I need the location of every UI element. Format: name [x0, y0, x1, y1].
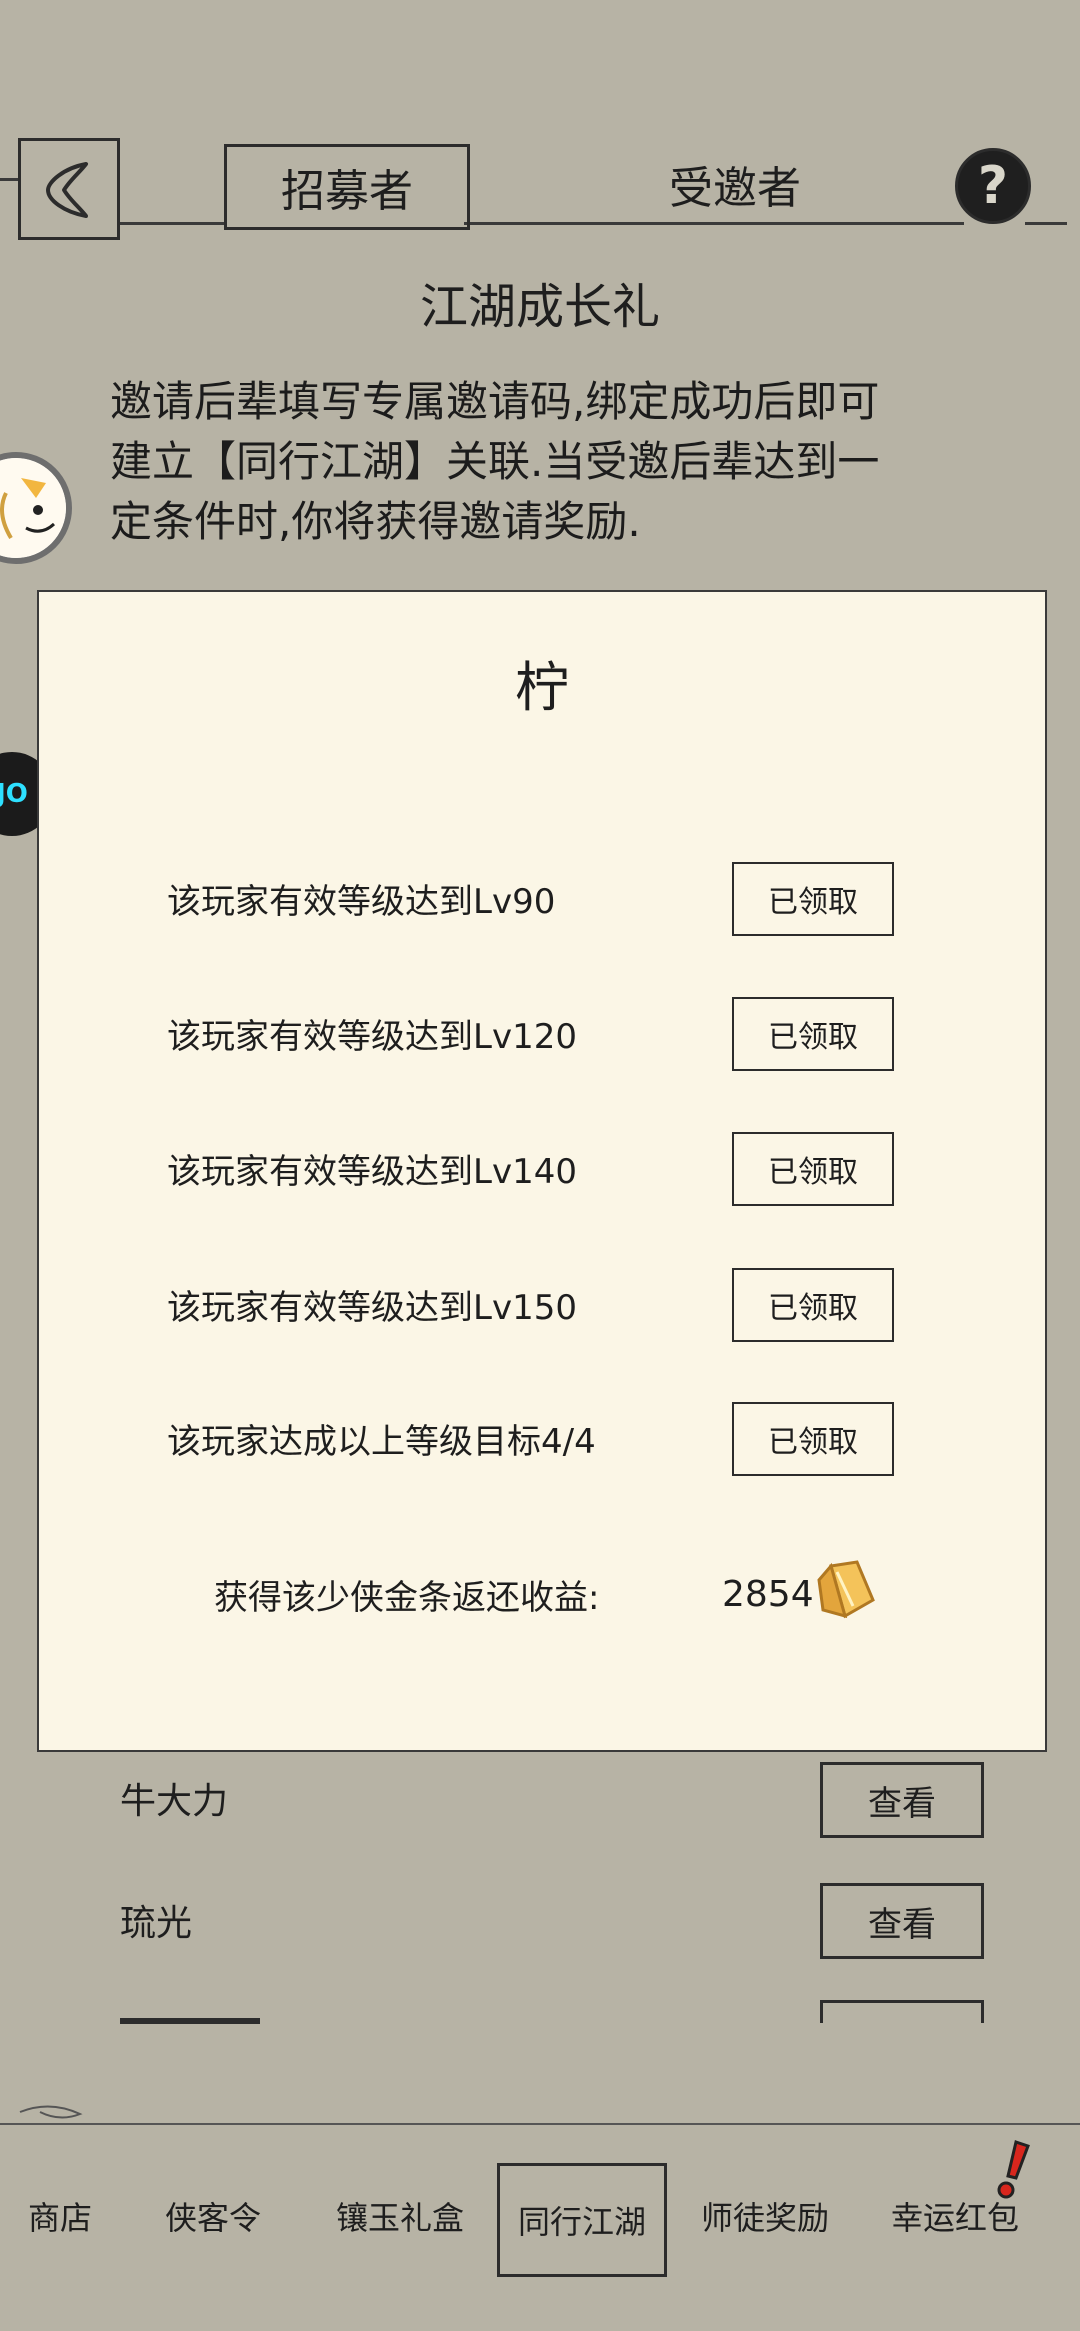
- alert-exclamation-icon: [997, 2140, 1030, 2199]
- tab-recruiter[interactable]: 招募者: [224, 144, 470, 230]
- nav-item-label: 镶玉礼盒: [335, 2199, 464, 2237]
- help-icon: ?: [977, 156, 1009, 216]
- view-button-partial[interactable]: [820, 2000, 984, 2023]
- refund-label: 获得该少侠金条返还收益:: [214, 1577, 600, 1618]
- view-button[interactable]: 查看: [820, 1883, 984, 1959]
- list-item-name: 琉光: [120, 1903, 193, 1944]
- nav-item-together-jianghu[interactable]: 同行江湖: [497, 2163, 667, 2277]
- nav-item-shop[interactable]: 商店: [18, 2170, 102, 2262]
- description: 邀请后辈填写专属邀请码,绑定成功后即可 建立【同行江湖】关联.当受邀后辈达到一 …: [110, 372, 960, 552]
- claimed-button-label: 已领取: [768, 1291, 858, 1326]
- back-arrow-icon: [46, 162, 88, 218]
- page-title: 江湖成长礼: [419, 279, 660, 335]
- description-line: 定条件时,你将获得邀请奖励.: [110, 497, 641, 546]
- goal-label: 该玩家有效等级达到Lv150: [167, 1287, 577, 1328]
- claimed-button[interactable]: 已领取: [732, 862, 894, 936]
- tab-invitee[interactable]: 受邀者: [610, 144, 860, 224]
- claimed-button[interactable]: 已领取: [732, 1268, 894, 1342]
- claimed-button[interactable]: 已领取: [732, 1402, 894, 1476]
- refund-value: 2854: [722, 1573, 814, 1615]
- view-button-label: 查看: [868, 1783, 936, 1824]
- description-line: 邀请后辈填写专属邀请码,绑定成功后即可: [110, 377, 880, 426]
- nav-item-label: 师徒奖励: [700, 2199, 829, 2237]
- claimed-button-label: 已领取: [768, 885, 858, 920]
- claimed-button-label: 已领取: [768, 1155, 858, 1190]
- description-line: 建立【同行江湖】关联.当受邀后辈达到一: [110, 437, 880, 486]
- list-item-name: 牛大力: [120, 1781, 229, 1822]
- claimed-button-label: 已领取: [768, 1020, 858, 1055]
- tab-recruiter-label: 招募者: [281, 166, 413, 217]
- nav-item-label: 同行江湖: [517, 2203, 646, 2241]
- header-divider: [114, 222, 224, 225]
- back-button[interactable]: [18, 138, 120, 240]
- badge-text: JO: [0, 779, 28, 809]
- goal-label: 该玩家有效等级达到Lv90: [167, 881, 556, 922]
- help-button[interactable]: ?: [955, 148, 1031, 224]
- nav-item-label: 侠客令: [164, 2199, 261, 2237]
- goal-label: 该玩家达成以上等级目标4/4: [167, 1402, 596, 1474]
- view-button[interactable]: 查看: [820, 1762, 984, 1838]
- tab-invitee-label: 受邀者: [669, 163, 801, 214]
- claimed-button[interactable]: 已领取: [732, 1132, 894, 1206]
- claimed-button-label: 已领取: [768, 1425, 858, 1460]
- claimed-button[interactable]: 已领取: [732, 997, 894, 1071]
- avatar-face-icon: [0, 458, 66, 558]
- avatar-float-icon[interactable]: [0, 452, 72, 564]
- gold-bar-icon: [817, 1560, 875, 1619]
- player-name: 柠: [515, 655, 569, 719]
- goal-label: 该玩家有效等级达到Lv140: [167, 1151, 577, 1192]
- nav-item-hero-order[interactable]: 侠客令: [150, 2170, 276, 2262]
- bottom-divider: [0, 2105, 1080, 2125]
- goal-label: 该玩家有效等级达到Lv120: [167, 1016, 577, 1057]
- nav-item-mentor-rewards[interactable]: 师徒奖励: [690, 2170, 840, 2262]
- nav-item-jade-giftbox[interactable]: 镶玉礼盒: [320, 2170, 480, 2262]
- header-divider: [1025, 222, 1067, 225]
- player-detail-modal: 柠 该玩家有效等级达到Lv90 已领取 该玩家有效等级达到Lv120 已领取 该…: [37, 590, 1047, 1752]
- list-item-partial: [120, 2012, 260, 2024]
- nav-item-label: 商店: [27, 2199, 92, 2237]
- view-button-label: 查看: [868, 1904, 936, 1945]
